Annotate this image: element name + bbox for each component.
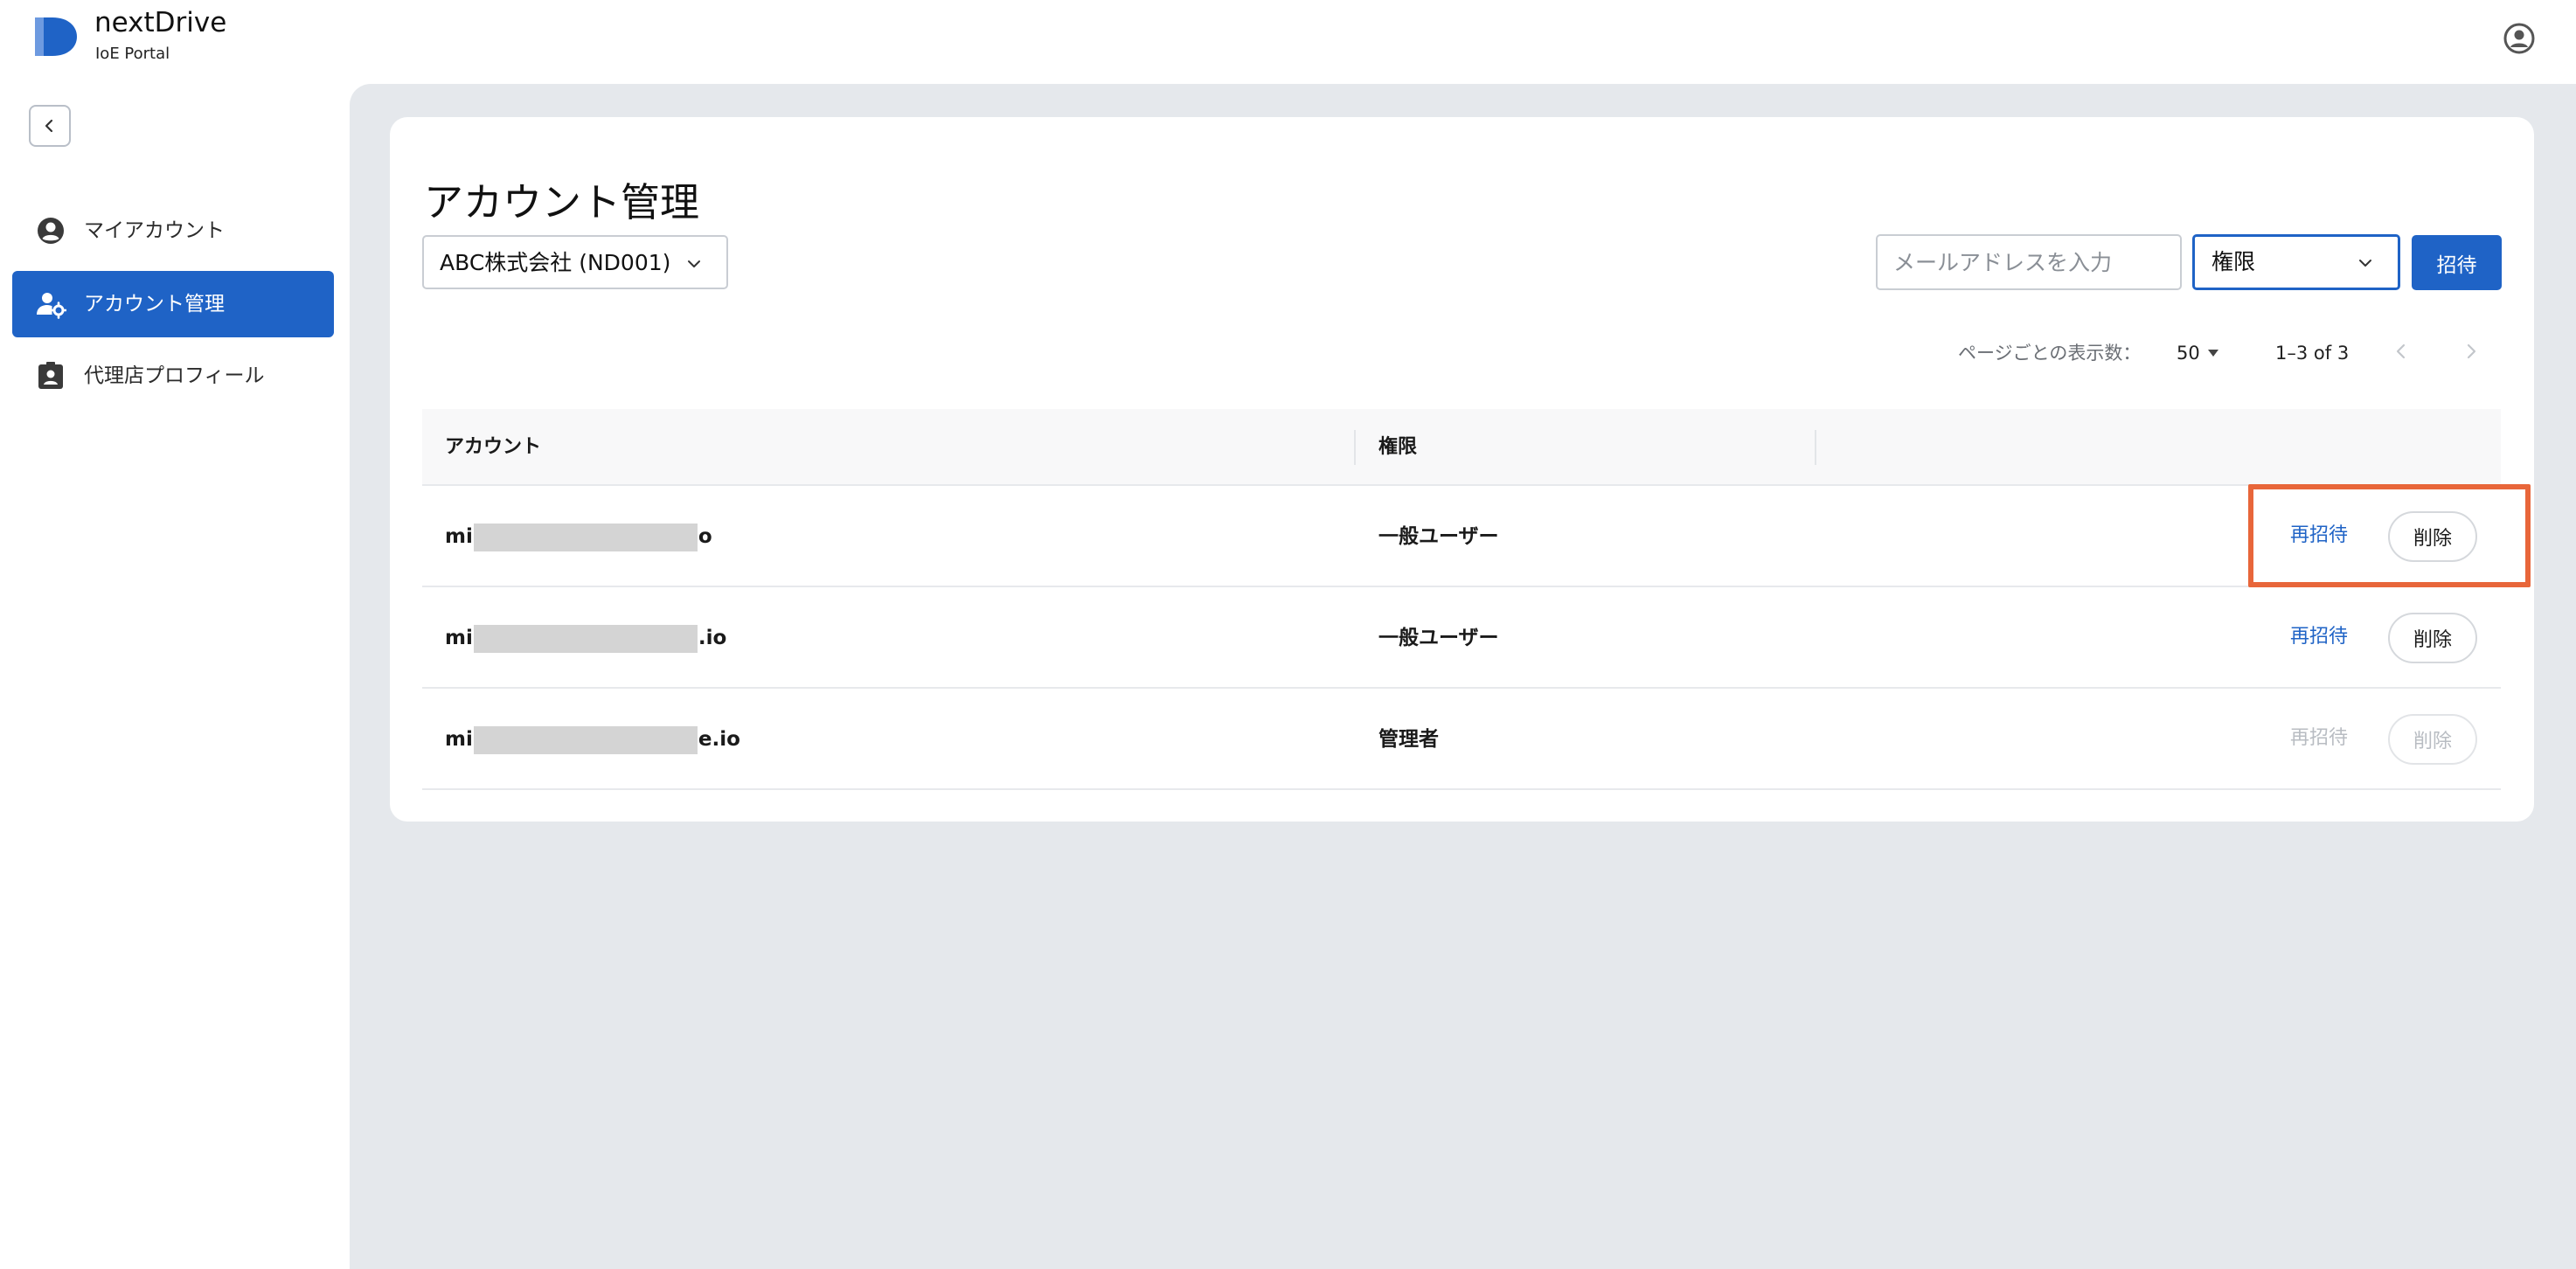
- account-role: 一般ユーザー: [1378, 627, 1499, 649]
- contact-badge-icon: [38, 362, 63, 389]
- company-select-value: ABC株式会社 (ND001): [440, 250, 671, 275]
- sidebar-item-label: アカウント管理: [84, 293, 225, 316]
- column-divider: [1354, 430, 1356, 465]
- table-row: mi .io 一般ユーザー 再招待 削除: [422, 587, 2501, 689]
- reinvite-button[interactable]: 再招待: [2290, 520, 2348, 551]
- column-header-role: 権限: [1378, 436, 1418, 458]
- nextdrive-logo-icon: [35, 17, 77, 56]
- chevron-left-icon: [45, 119, 53, 133]
- email-input[interactable]: [1876, 234, 2182, 290]
- delete-button[interactable]: 削除: [2388, 511, 2477, 562]
- user-avatar-icon[interactable]: [2503, 23, 2535, 54]
- account-email: mi .io: [445, 623, 726, 653]
- chevron-down-icon: [2359, 260, 2371, 267]
- sidebar-item-account-management[interactable]: アカウント管理: [12, 271, 334, 337]
- pagination-range: 1–3 of 3: [2275, 343, 2350, 364]
- sidebar-item-label: マイアカウント: [84, 219, 225, 242]
- app-header: nextDrive IoE Portal: [0, 0, 2576, 84]
- redaction-mask: [473, 624, 698, 653]
- column-header-account: アカウント: [445, 436, 542, 458]
- reinvite-button-disabled: 再招待: [2290, 723, 2348, 754]
- next-page-icon[interactable]: [2458, 338, 2484, 364]
- account-email: mi o: [445, 522, 712, 551]
- manage-accounts-icon: [37, 293, 66, 319]
- delete-button-disabled: 削除: [2388, 714, 2477, 765]
- sidebar: マイアカウント アカウント管理 代理店プロフィール: [0, 84, 350, 1269]
- sidebar-item-label: 代理店プロフィール: [84, 364, 265, 387]
- table-row: mi e.io 管理者 再招待 削除: [422, 689, 2501, 790]
- brand-subtitle: IoE Portal: [95, 45, 170, 63]
- chevron-down-icon: [688, 260, 700, 267]
- previous-page-icon[interactable]: [2388, 338, 2414, 364]
- redaction-mask: [473, 523, 698, 551]
- sidebar-item-agency-profile[interactable]: 代理店プロフィール: [12, 343, 334, 409]
- caret-down-icon[interactable]: [2206, 348, 2220, 358]
- rows-per-page-select[interactable]: 50: [2177, 340, 2200, 366]
- role-select-value: 権限: [2211, 249, 2256, 274]
- reinvite-button[interactable]: 再招待: [2290, 621, 2348, 653]
- table-header: アカウント 権限: [422, 409, 2501, 486]
- account-email: mi e.io: [445, 725, 740, 754]
- invite-button[interactable]: 招待: [2412, 235, 2502, 290]
- sidebar-item-my-account[interactable]: マイアカウント: [12, 198, 334, 264]
- table-row: mi o 一般ユーザー 再招待 削除: [422, 486, 2501, 587]
- column-divider: [1815, 430, 1816, 465]
- page-title: アカウント管理: [424, 179, 700, 226]
- rows-per-page-label: ページごとの表示数：: [1958, 343, 2142, 364]
- collapse-sidebar-button[interactable]: [29, 105, 71, 147]
- redaction-mask: [473, 725, 698, 754]
- accounts-table: アカウント 権限 mi o 一般ユーザー 再招待 削除 mi .io 一般ユーザー …: [422, 409, 2501, 790]
- brand-name: nextDrive: [94, 7, 227, 38]
- account-role: 管理者: [1378, 728, 1439, 751]
- company-select[interactable]: ABC株式会社 (ND001): [422, 235, 728, 289]
- delete-button[interactable]: 削除: [2388, 613, 2477, 663]
- role-select[interactable]: 権限: [2192, 234, 2400, 290]
- account-role: 一般ユーザー: [1378, 525, 1499, 548]
- account-circle-icon: [38, 218, 64, 244]
